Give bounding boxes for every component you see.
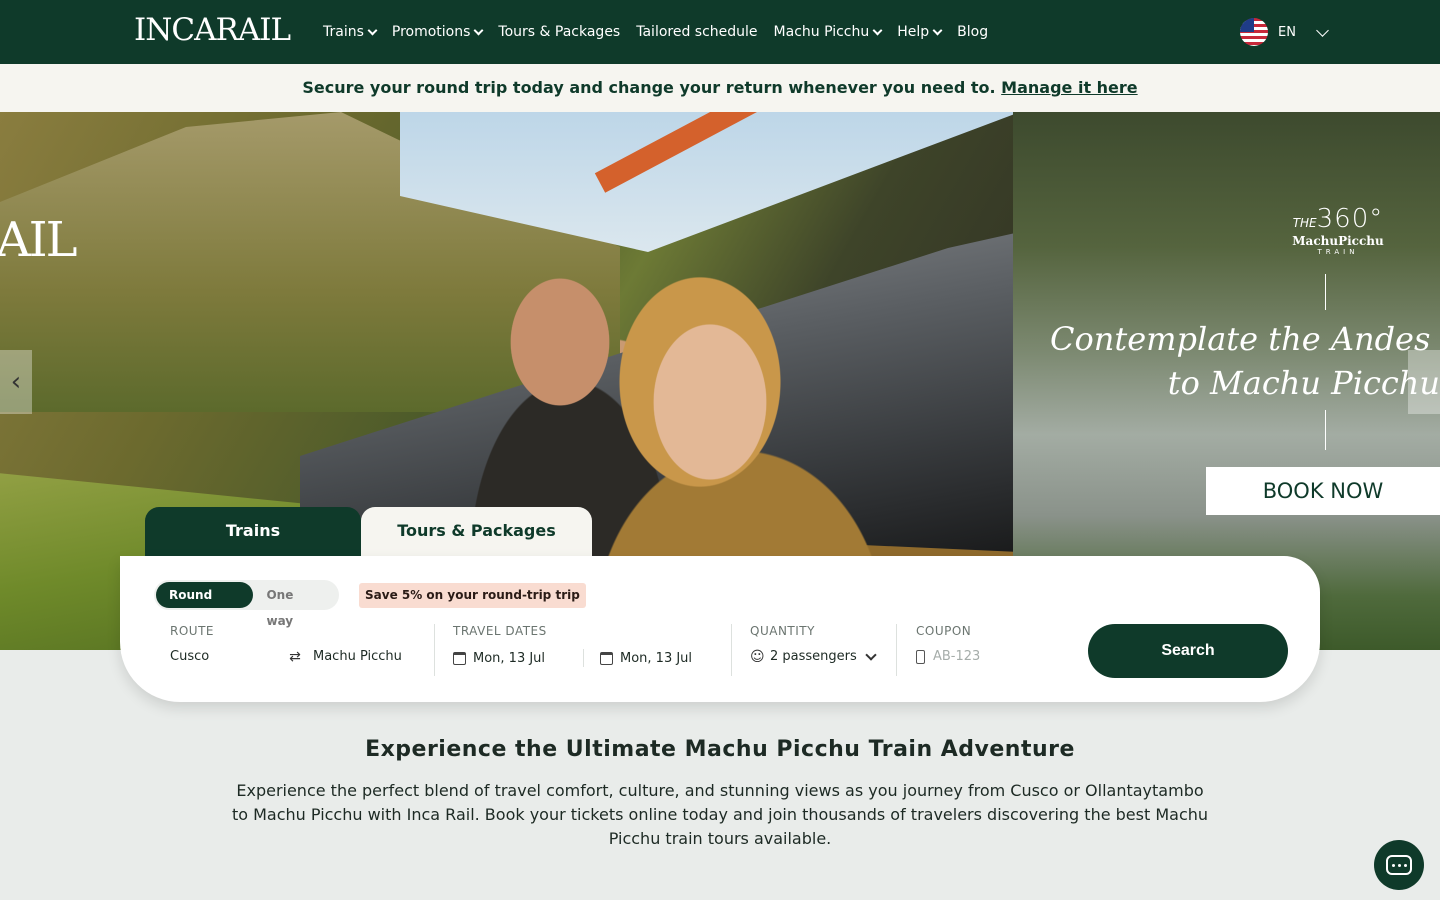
promo-text: Secure your round trip today and change …: [302, 78, 996, 97]
carousel-next-button[interactable]: [1408, 350, 1440, 414]
nav-blog[interactable]: Blog: [957, 24, 988, 40]
chat-button[interactable]: [1374, 840, 1424, 890]
booking-card: Round trip One way Save 5% on your round…: [120, 556, 1320, 702]
chevron-down-icon[interactable]: [865, 648, 877, 661]
field-divider: [731, 624, 732, 676]
chevron-down-icon: [473, 25, 484, 35]
nav-promotions-label: Promotions: [391, 24, 471, 40]
incarail-logo[interactable]: INCARAIL: [134, 12, 291, 48]
hero-headline-line2: to Machu Picchu: [1167, 364, 1440, 402]
nav-trains-label: Trains: [323, 24, 364, 40]
brand-number: 360°: [1316, 204, 1384, 234]
nav-tailored-schedule[interactable]: Tailored schedule: [636, 24, 757, 40]
search-button[interactable]: Search: [1088, 624, 1288, 678]
tab-tours-packages[interactable]: Tours & Packages: [361, 507, 592, 559]
book-now-button[interactable]: BOOK NOW: [1206, 467, 1440, 515]
travel-dates-label: TRAVEL DATES: [453, 624, 547, 638]
chevron-left-icon: ‹: [10, 367, 22, 397]
person-icon: ☺: [750, 648, 765, 665]
nav-machu-label: Machu Picchu: [773, 24, 870, 40]
nav-trains[interactable]: Trains: [323, 24, 378, 40]
calendar-icon: [600, 651, 613, 665]
tab-trains[interactable]: Trains: [145, 507, 361, 559]
coupon-icon: [916, 649, 925, 664]
nav-promotions[interactable]: Promotions: [391, 24, 484, 40]
field-divider: [434, 624, 435, 676]
trip-type-toggle: Round trip One way: [154, 580, 339, 628]
hero-divider-line: [1325, 274, 1326, 310]
promo-banner: Secure your round trip today and change …: [0, 64, 1440, 112]
nav-tours-label: Tours & Packages: [498, 24, 621, 40]
coupon-input[interactable]: [933, 649, 1053, 664]
us-flag-icon: [1240, 18, 1268, 46]
route-field[interactable]: ROUTE Cusco ⇄ Machu Picchu: [170, 624, 430, 664]
route-label: ROUTE: [170, 624, 214, 638]
chevron-down-icon: [1316, 23, 1329, 37]
travel-dates-field[interactable]: TRAVEL DATES Mon, 13 Jul Mon, 13 Jul: [453, 624, 713, 667]
nav-help[interactable]: Help: [897, 24, 943, 40]
carousel-prev-button[interactable]: ‹: [0, 350, 32, 414]
manage-it-here-link[interactable]: Manage it here: [1001, 78, 1137, 97]
chevron-down-icon: [367, 25, 378, 35]
route-from[interactable]: Cusco: [170, 649, 285, 664]
intro-text: Experience the perfect blend of travel c…: [231, 781, 1209, 848]
nav-tailored-label: Tailored schedule: [636, 24, 758, 40]
hero-headline: Contemplate the Andes on to Machu Picchu: [1050, 317, 1440, 405]
brand-sub: TRAIN: [1317, 248, 1359, 256]
hero-headline-line1: Contemplate the Andes on: [1050, 320, 1440, 358]
main-nav: Trains Promotions Tours & Packages Tailo…: [323, 0, 988, 64]
calendar-icon: [453, 651, 466, 665]
coupon-label: COUPON: [916, 624, 972, 638]
chevron-down-icon: [932, 25, 943, 35]
swap-icon[interactable]: ⇄: [285, 650, 305, 664]
chat-icon: [1386, 855, 1412, 875]
departure-date[interactable]: Mon, 13 Jul: [473, 651, 583, 666]
intro-title: Experience the Ultimate Machu Picchu Tra…: [365, 737, 1075, 762]
language-code: EN: [1278, 24, 1296, 40]
360-train-logo: THE360° MachuPicchu TRAIN: [1273, 204, 1403, 256]
quantity-field[interactable]: QUANTITY ☺ 2 passengers: [750, 624, 890, 664]
date-divider: [583, 649, 584, 667]
nav-blog-label: Blog: [957, 24, 989, 40]
language-selector[interactable]: EN: [1240, 18, 1329, 46]
hero-logo-fragment: AIL: [0, 212, 77, 268]
chevron-down-icon: [872, 25, 883, 35]
nav-tours-packages[interactable]: Tours & Packages: [498, 24, 620, 40]
quantity-value[interactable]: 2 passengers: [770, 649, 857, 664]
quantity-label: QUANTITY: [750, 624, 815, 638]
top-navigation: INCARAIL Trains Promotions Tours & Packa…: [0, 0, 1440, 64]
one-way-option[interactable]: One way: [253, 582, 337, 628]
save-badge: Save 5% on your round-trip trip: [359, 583, 586, 608]
route-to[interactable]: Machu Picchu: [313, 649, 402, 664]
coupon-field[interactable]: COUPON: [916, 624, 1066, 664]
round-trip-option[interactable]: Round trip: [156, 582, 254, 628]
return-date[interactable]: Mon, 13 Jul: [620, 651, 692, 666]
nav-help-label: Help: [897, 24, 930, 40]
field-divider: [896, 624, 897, 676]
nav-machu-picchu[interactable]: Machu Picchu: [773, 24, 883, 40]
hero-divider-line: [1325, 410, 1326, 450]
brand-name: MachuPicchu: [1292, 234, 1384, 248]
brand-prefix: THE: [1292, 216, 1317, 230]
